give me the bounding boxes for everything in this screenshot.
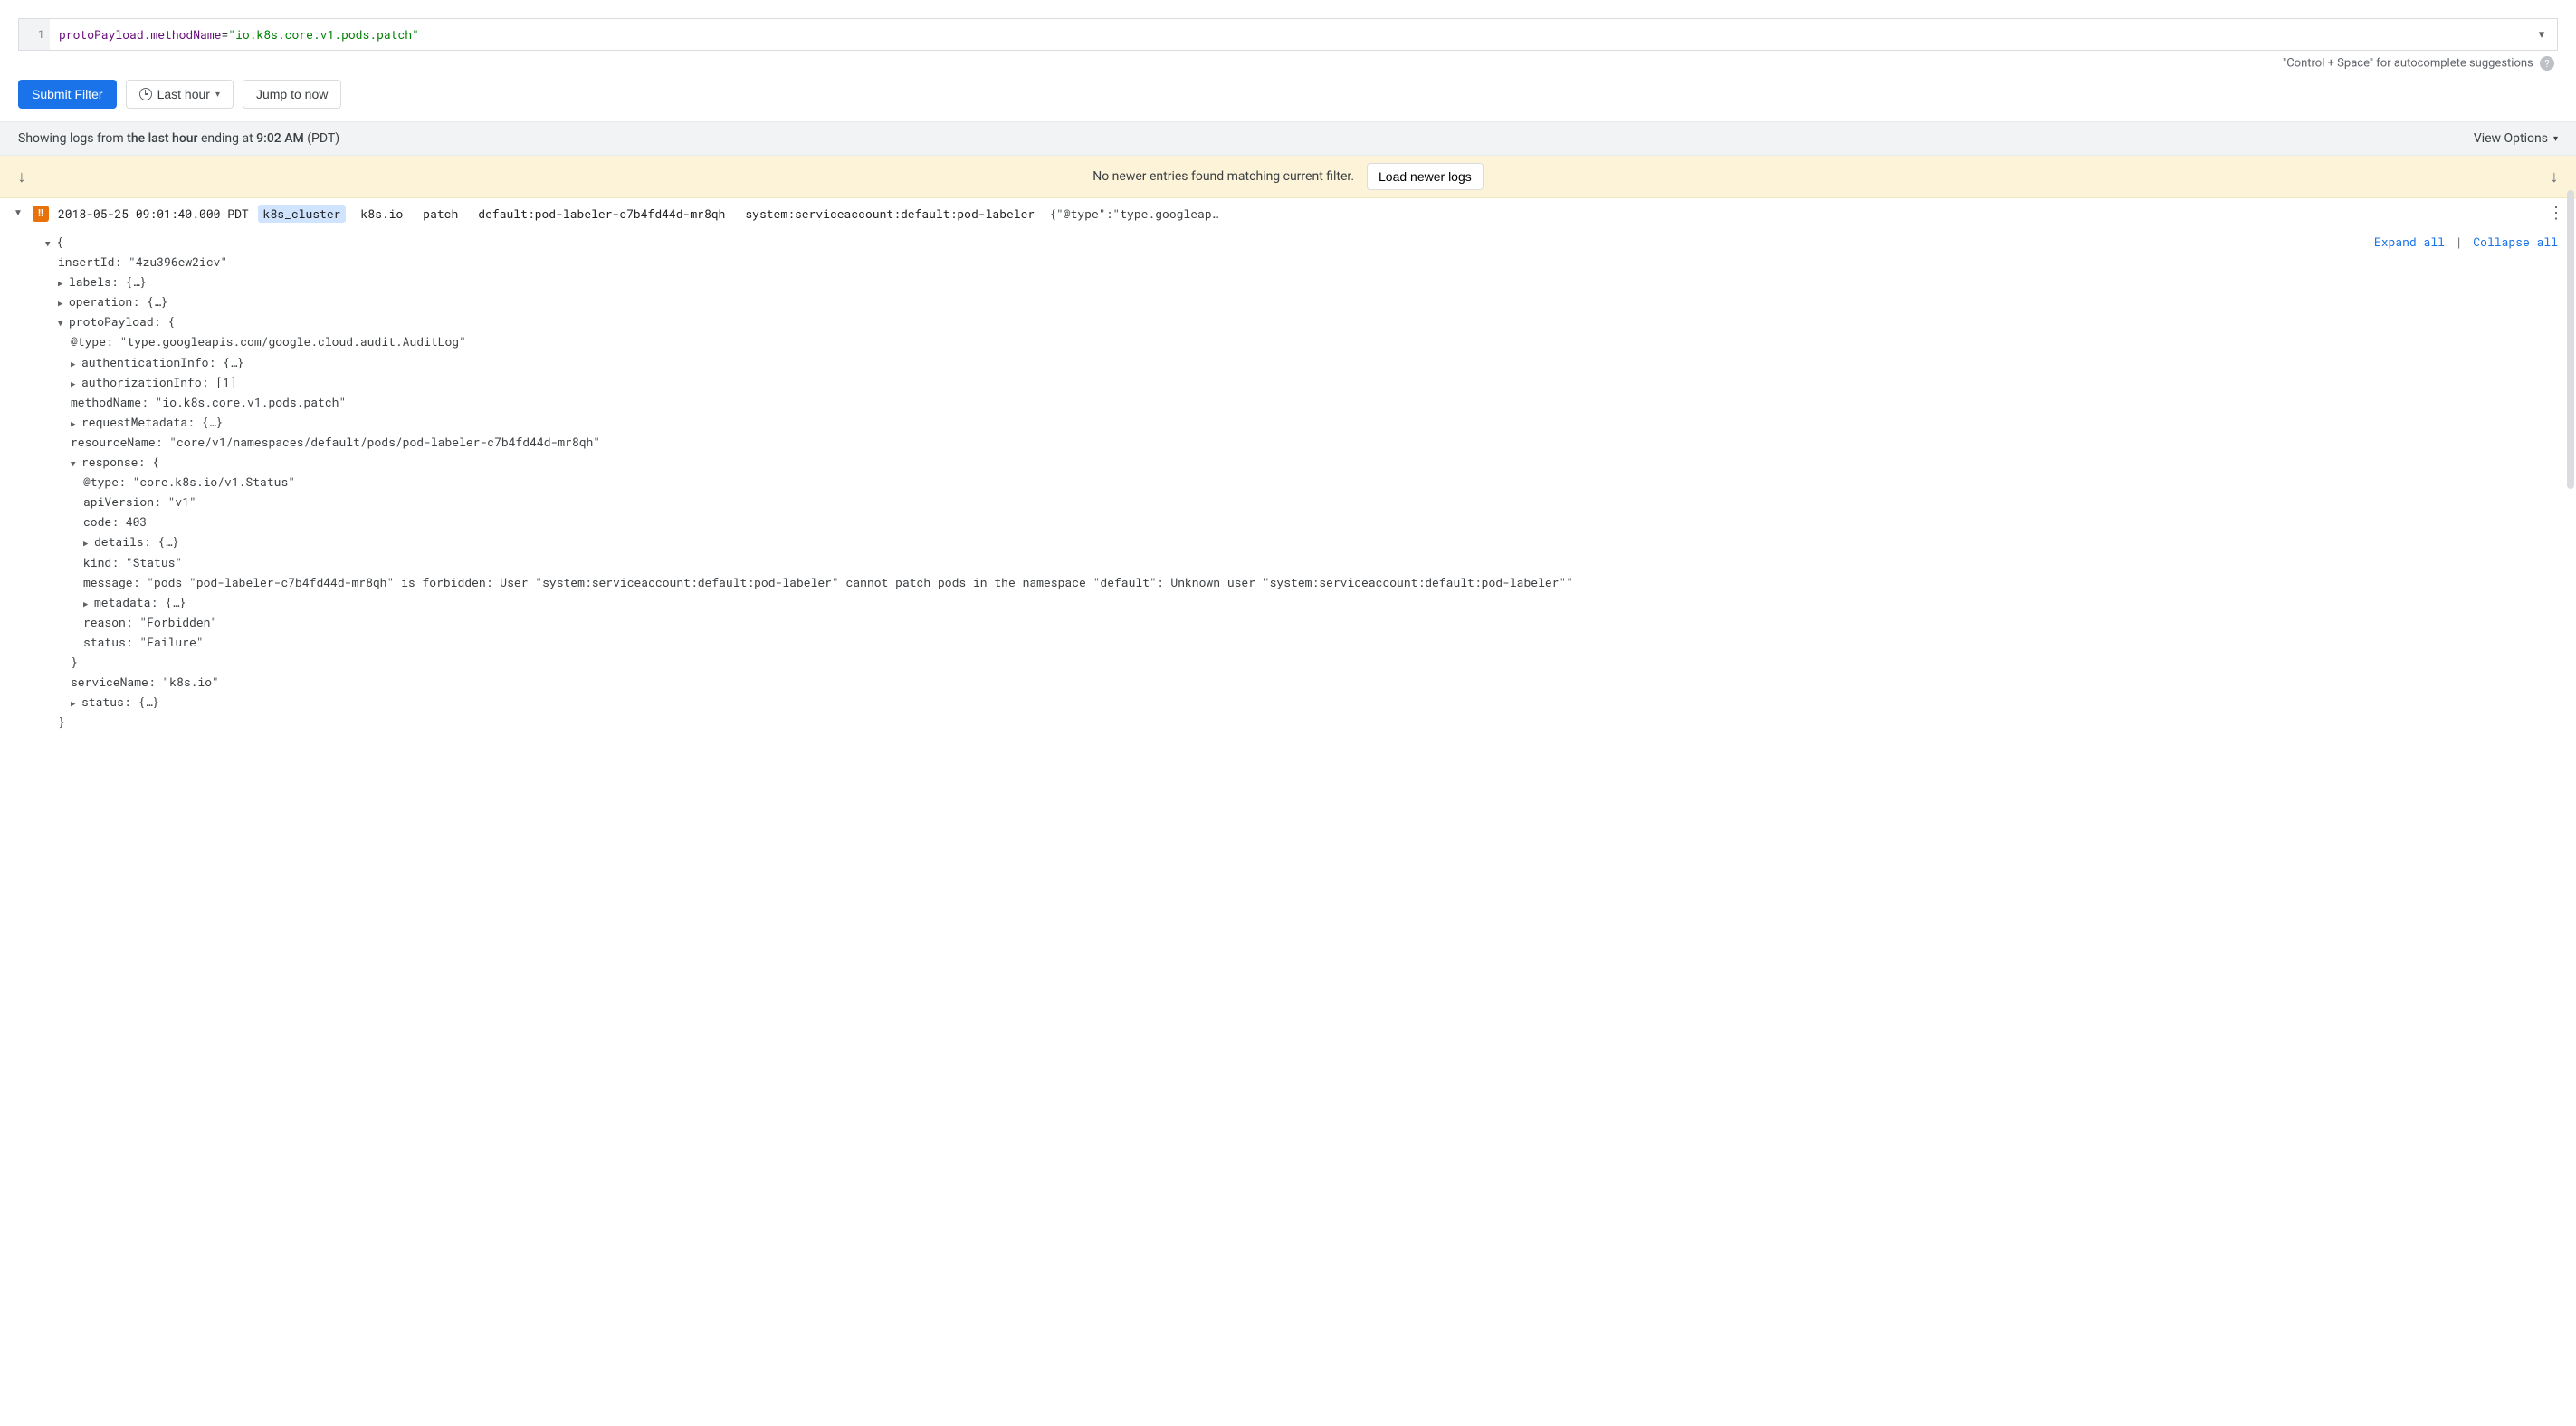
json-line[interactable]: @type: "core.k8s.io/v1.Status" (45, 472, 2558, 492)
json-line[interactable]: ▶authorizationInfo: [1] (45, 372, 2558, 392)
help-icon[interactable]: ? (2540, 56, 2554, 71)
json-line[interactable]: code: 403 (45, 512, 2558, 531)
json-line[interactable]: ▶metadata: {…} (45, 592, 2558, 612)
query-value: "io.k8s.core.v1.pods.patch" (228, 26, 419, 43)
line-number: 1 (19, 19, 50, 50)
json-line[interactable]: insertId: "4zu396ew2icv" (45, 252, 2558, 272)
query-key: protoPayload.methodName (59, 26, 221, 43)
json-line[interactable]: @type: "type.googleapis.com/google.cloud… (45, 331, 2558, 351)
log-entry-body: Expand all | Collapse all ▼{ insertId: "… (0, 228, 2576, 750)
json-line[interactable]: ▶labels: {…} (45, 272, 2558, 292)
chevron-down-icon: ▾ (2553, 134, 2558, 144)
load-newer-logs-button[interactable]: Load newer logs (1367, 163, 1484, 190)
json-line[interactable]: ▼protoPayload: { (45, 311, 2558, 331)
tag-principal[interactable]: system:serviceaccount:default:pod-labele… (739, 205, 1040, 223)
tag-verb[interactable]: patch (417, 205, 463, 223)
scroll-down-icon-right[interactable]: ↓ (2545, 167, 2563, 187)
chevron-down-icon: ▾ (215, 90, 220, 100)
json-line[interactable]: ▶status: {…} (45, 692, 2558, 712)
view-options-button[interactable]: View Options ▾ (2474, 131, 2558, 146)
tag-service[interactable]: k8s.io (355, 205, 408, 223)
json-line[interactable]: serviceName: "k8s.io" (45, 672, 2558, 692)
jump-to-now-button[interactable]: Jump to now (243, 80, 341, 109)
status-text: Showing logs from the last hour ending a… (18, 131, 339, 146)
load-newer-bar: ↓ No newer entries found matching curren… (0, 156, 2576, 198)
log-timestamp: 2018-05-25 09:01:40.000 PDT (58, 206, 249, 222)
json-line[interactable]: methodName: "io.k8s.core.v1.pods.patch" (45, 392, 2558, 412)
clock-icon (139, 88, 152, 100)
expand-all-link[interactable]: Expand all (2374, 234, 2445, 250)
collapse-icon[interactable]: ▼ (13, 208, 24, 218)
submit-filter-button[interactable]: Submit Filter (18, 80, 117, 109)
json-line[interactable]: ▼{ (45, 232, 2558, 252)
no-newer-entries-text: No newer entries found matching current … (1092, 169, 1354, 184)
expand-collapse-actions: Expand all | Collapse all (2374, 232, 2558, 252)
json-line[interactable]: ▶requestMetadata: {…} (45, 412, 2558, 432)
json-line[interactable]: status: "Failure" (45, 632, 2558, 652)
scroll-down-icon[interactable]: ↓ (13, 167, 31, 187)
json-line[interactable]: kind: "Status" (45, 552, 2558, 572)
json-line[interactable]: apiVersion: "v1" (45, 492, 2558, 512)
query-text[interactable]: protoPayload.methodName="io.k8s.core.v1.… (50, 19, 2526, 50)
log-json-preview: {"@type":"type.googleap… (1049, 206, 1218, 222)
json-line[interactable]: message: "pods "pod-labeler-c7b4fd44d-mr… (45, 572, 2558, 592)
autocomplete-hint: "Control + Space" for autocomplete sugge… (0, 51, 2576, 80)
status-bar: Showing logs from the last hour ending a… (0, 121, 2576, 156)
tag-resource[interactable]: default:pod-labeler-c7b4fd44d-mr8qh (472, 205, 730, 223)
severity-warning-icon: !! (33, 206, 49, 222)
query-dropdown-icon[interactable]: ▾ (2526, 19, 2557, 50)
json-line[interactable]: } (45, 652, 2558, 672)
collapse-all-link[interactable]: Collapse all (2473, 234, 2558, 250)
json-line[interactable]: } (45, 712, 2558, 732)
json-line[interactable]: resourceName: "core/v1/namespaces/defaul… (45, 432, 2558, 452)
json-line[interactable]: ▼response: { (45, 452, 2558, 472)
json-line[interactable]: ▶authenticationInfo: {…} (45, 352, 2558, 372)
tag-cluster[interactable]: k8s_cluster (258, 205, 347, 223)
json-line[interactable]: ▶details: {…} (45, 531, 2558, 551)
scrollbar-thumb[interactable] (2567, 190, 2574, 489)
toolbar: Submit Filter Last hour ▾ Jump to now (0, 80, 2576, 121)
log-entry-header[interactable]: ▼ !! 2018-05-25 09:01:40.000 PDT k8s_clu… (0, 198, 2576, 228)
json-line[interactable]: ▶operation: {…} (45, 292, 2558, 311)
time-range-button[interactable]: Last hour ▾ (126, 80, 234, 109)
json-line[interactable]: reason: "Forbidden" (45, 612, 2558, 632)
query-editor[interactable]: 1 protoPayload.methodName="io.k8s.core.v… (18, 18, 2558, 51)
more-menu-icon[interactable]: ⋮ (2548, 204, 2563, 223)
